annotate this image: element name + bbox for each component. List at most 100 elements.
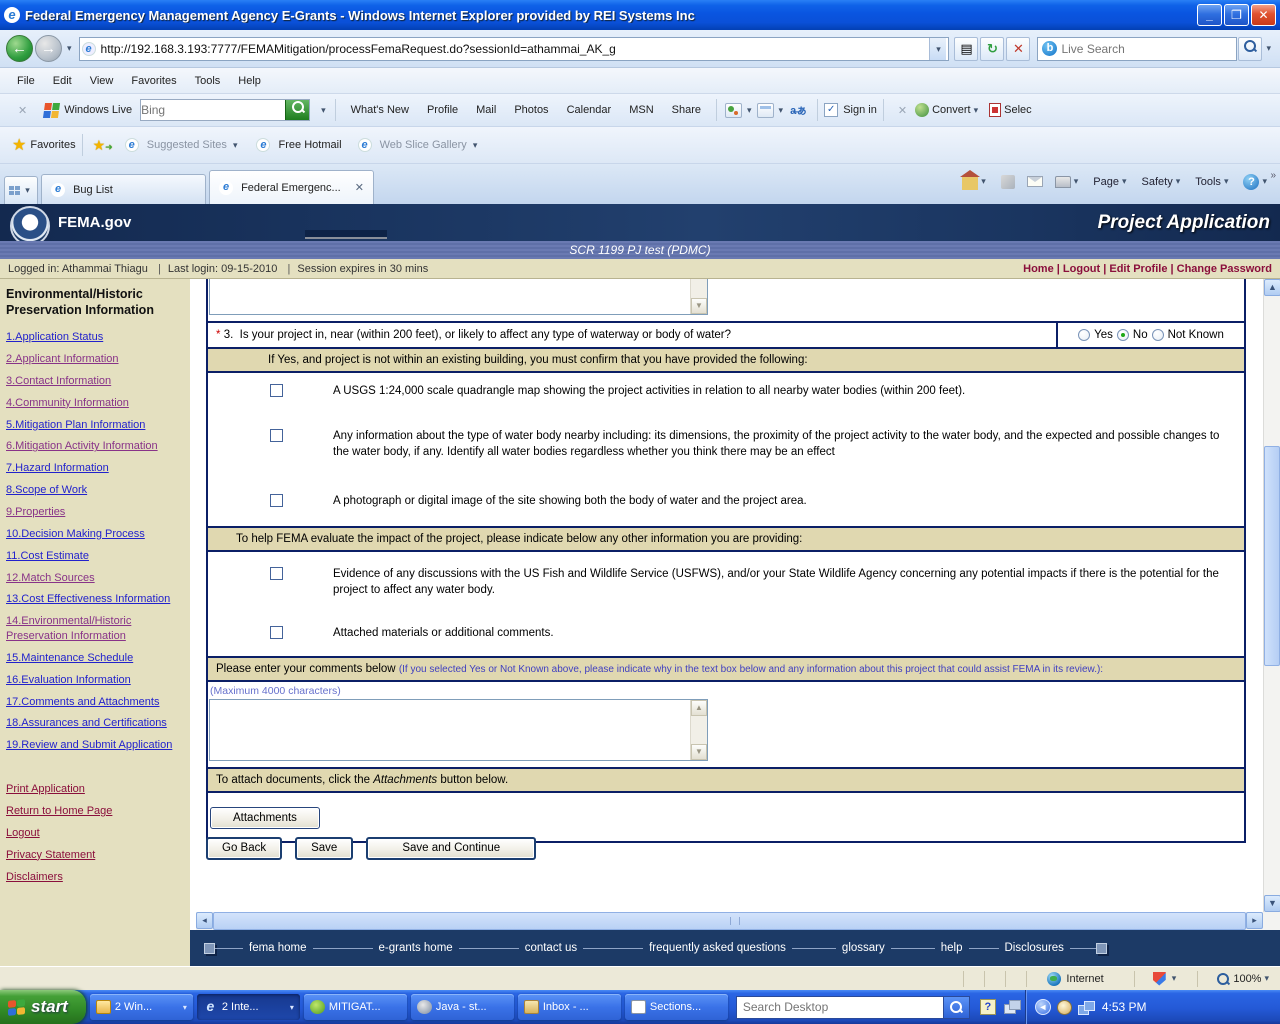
scroll-up-button[interactable]: ▲ (1264, 279, 1280, 296)
tray-clock-icon[interactable] (1056, 999, 1072, 1015)
print-application-link[interactable]: Print Application (6, 782, 182, 797)
sidebar-item-applicant-information[interactable]: 2.Applicant Information (6, 352, 182, 367)
sidebar-item-review-and-submit[interactable]: 19.Review and Submit Application (6, 738, 182, 753)
checkbox-photograph[interactable] (270, 494, 283, 508)
taskbar-item-mitigation[interactable]: MITIGAT... (303, 994, 407, 1020)
add-to-favorites-bar-icon[interactable]: ★➜ (89, 137, 117, 154)
stop-button[interactable]: ✕ (1006, 36, 1031, 61)
minimize-button[interactable]: _ (1197, 4, 1222, 26)
convert-dropdown-icon[interactable]: ▾ (971, 105, 982, 116)
nav-history-dropdown-icon[interactable]: ▾ (64, 43, 75, 54)
sidebar-item-environmental-historic[interactable]: 14.Environmental/Historic Preservation I… (6, 614, 182, 644)
home-button[interactable]: ▾ (956, 170, 995, 190)
live-link-msn[interactable]: MSN (620, 104, 662, 116)
sidebar-item-mitigation-activity-information[interactable]: 6.Mitigation Activity Information (6, 439, 182, 454)
search-options-dropdown-icon[interactable]: ▾ (1263, 43, 1274, 54)
bing-go-button[interactable] (285, 100, 310, 120)
live-search-box[interactable]: b (1037, 36, 1238, 61)
page-menu-button[interactable]: Page ▾ (1087, 176, 1135, 188)
live-link-calendar[interactable]: Calendar (558, 104, 621, 116)
menu-favorites[interactable]: Favorites (122, 72, 185, 90)
desktop-search-box[interactable] (735, 995, 970, 1019)
live-link-profile[interactable]: Profile (418, 104, 467, 116)
menu-edit[interactable]: Edit (44, 72, 81, 90)
bing-search-box[interactable] (140, 99, 311, 121)
footer-glossary-link[interactable]: glossary (836, 942, 891, 954)
desktop-search-button[interactable] (943, 995, 970, 1019)
live-search-input[interactable] (1061, 41, 1233, 56)
taskbar-item-internet[interactable]: e2 Inte... ▾ (196, 994, 300, 1020)
logout-link[interactable]: Logout (1063, 263, 1100, 275)
menu-file[interactable]: File (8, 72, 44, 90)
home-link[interactable]: Home (1023, 263, 1054, 275)
help-tray-icon[interactable]: ? (979, 999, 996, 1015)
start-button[interactable]: start (0, 990, 86, 1024)
web-slice-gallery-link[interactable]: e Web Slice Gallery ▾ (350, 138, 489, 152)
convert-button[interactable]: Convert (932, 104, 971, 116)
url-input[interactable] (100, 41, 930, 56)
sidebar-item-decision-making-process[interactable]: 10.Decision Making Process (6, 527, 182, 542)
go-back-button[interactable]: Go Back (206, 837, 283, 860)
favorites-star-icon[interactable]: ★ (8, 135, 30, 155)
checkbox-water-body-info[interactable] (270, 428, 283, 442)
scroll-up-icon[interactable]: ▲ (691, 699, 707, 716)
sign-in-button[interactable]: Sign in (843, 104, 877, 116)
favorites-button[interactable]: Favorites (30, 139, 75, 151)
sidebar-item-contact-information[interactable]: 3.Contact Information (6, 374, 182, 389)
sidebar-item-hazard-information[interactable]: 7.Hazard Information (6, 461, 182, 476)
suggested-sites-link[interactable]: e Suggested Sites ▾ (117, 138, 249, 152)
free-hotmail-link[interactable]: e Free Hotmail (248, 138, 349, 152)
menu-help[interactable]: Help (229, 72, 270, 90)
footer-disclosures-link[interactable]: Disclosures (999, 942, 1070, 954)
edit-profile-link[interactable]: Edit Profile (1109, 263, 1167, 275)
save-and-continue-button[interactable]: Save and Continue (366, 837, 537, 860)
vertical-scroll-thumb[interactable] (1264, 446, 1280, 666)
photos-tool-icon[interactable] (725, 102, 743, 118)
bing-dropdown-icon[interactable]: ▾ (318, 105, 329, 116)
toolbar-overflow-chevron-icon[interactable]: » (1270, 170, 1276, 181)
tab-bug-list[interactable]: e Bug List (41, 174, 206, 204)
tab-federal-emergency[interactable]: e Federal Emergenc... ✕ (209, 170, 374, 204)
taskbar-item-inbox[interactable]: Inbox - ... (517, 994, 621, 1020)
attachments-button[interactable]: Attachments (210, 806, 320, 829)
window-stack-icon[interactable] (1003, 1000, 1021, 1014)
previous-comments-textarea[interactable]: ▼ (209, 279, 708, 315)
tools-menu-button[interactable]: Tools ▾ (1189, 176, 1237, 188)
desktop-search-input[interactable] (735, 995, 944, 1019)
back-button[interactable]: ← (6, 35, 33, 62)
toolbar-close-icon[interactable]: ✕ (6, 104, 39, 117)
compatibility-view-button[interactable]: ▤ (954, 36, 979, 61)
disclaimers-link[interactable]: Disclaimers (6, 870, 182, 885)
comments-scrollbar[interactable]: ▲ ▼ (690, 699, 707, 760)
select-button[interactable]: Selec (1004, 104, 1032, 116)
textarea-scrollbar[interactable]: ▼ (690, 279, 707, 314)
comments-textarea[interactable]: ▲ ▼ (209, 698, 708, 761)
search-go-button[interactable] (1238, 36, 1263, 61)
zoom-control[interactable]: 100% ▾ (1208, 972, 1280, 986)
safety-menu-button[interactable]: Safety ▾ (1136, 176, 1190, 188)
scroll-right-button[interactable]: ▸ (1246, 912, 1263, 929)
taskbar-item-windows[interactable]: 2 Win... ▾ (89, 994, 193, 1020)
logout-sidebar-link[interactable]: Logout (6, 826, 182, 841)
read-mail-button[interactable] (1021, 176, 1049, 187)
taskbar-item-sections[interactable]: Sections... (624, 994, 728, 1020)
live-link-whats-new[interactable]: What's New (342, 104, 418, 116)
checkbox-usgs-map[interactable] (270, 384, 283, 397)
print-button[interactable]: ▾ (1049, 175, 1088, 188)
restore-button[interactable]: ❐ (1224, 4, 1249, 26)
toolbar-close2-icon[interactable]: ✕ (890, 104, 915, 117)
scroll-down-icon[interactable]: ▼ (691, 298, 707, 314)
sidebar-item-application-status[interactable]: 1.Application Status (6, 330, 182, 345)
radio-yes[interactable] (1078, 329, 1091, 341)
scroll-down-button[interactable]: ▼ (1264, 895, 1280, 912)
tray-collapse-chevron-icon[interactable]: ◄ (1034, 999, 1051, 1015)
translate-icon[interactable]: a̶ぁ (786, 102, 811, 118)
live-link-photos[interactable]: Photos (505, 104, 557, 116)
content-vertical-scrollbar[interactable]: ▲ ▼ (1263, 279, 1280, 912)
footer-contact-us-link[interactable]: contact us (519, 942, 583, 954)
footer-fema-home-link[interactable]: fema home (243, 942, 313, 954)
privacy-statement-link[interactable]: Privacy Statement (6, 848, 182, 863)
feeds-button[interactable] (995, 174, 1021, 189)
live-link-share[interactable]: Share (663, 104, 710, 116)
menu-tools[interactable]: Tools (186, 72, 230, 90)
